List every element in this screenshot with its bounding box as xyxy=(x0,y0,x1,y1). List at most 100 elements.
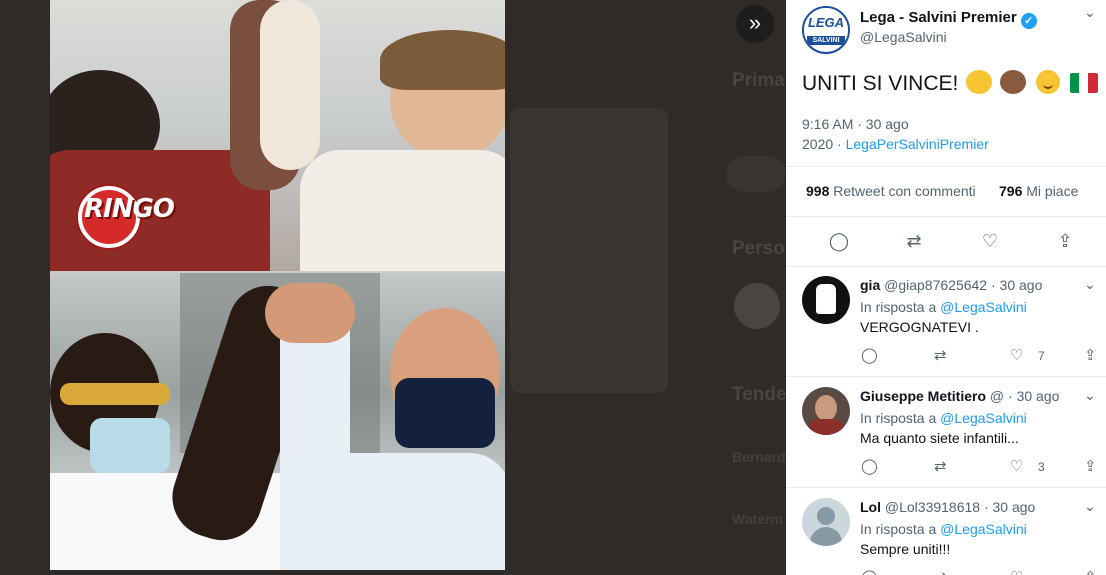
retweets-count[interactable]: 998 xyxy=(806,183,829,199)
bg-button xyxy=(726,156,786,192)
figure-right-hair xyxy=(380,30,505,90)
person-shirt-icon xyxy=(808,419,844,435)
likes-label[interactable]: Mi piace xyxy=(1026,183,1078,199)
face-mask-navy xyxy=(395,378,495,448)
author-handle[interactable]: @LegaSalvini xyxy=(860,29,947,45)
reply-icon[interactable]: ◯ xyxy=(861,457,878,475)
reply-label: In risposta a xyxy=(860,299,937,315)
share-icon[interactable]: ⇪ xyxy=(1084,346,1097,364)
default-avatar-head-icon xyxy=(817,507,835,525)
reply-context: In risposta a @LegaSalvini xyxy=(860,521,1027,537)
reply-mention-link[interactable]: @LegaSalvini xyxy=(940,521,1027,537)
reply-tweet[interactable]: Giuseppe Metitiero @ · 30 ago ⌄ In rispo… xyxy=(786,377,1106,487)
person-face-icon xyxy=(815,395,837,421)
likes-count[interactable]: 796 xyxy=(999,183,1022,199)
bg-trend-2: Waterm xyxy=(732,511,783,527)
reply-text: VERGOGNATEVI . xyxy=(860,319,979,335)
divider xyxy=(786,166,1106,167)
reply-more-icon[interactable]: ⌄ xyxy=(1084,276,1096,293)
bg-media-card xyxy=(510,108,668,393)
reply-header: Lol @Lol33918618 · 30 ago xyxy=(860,499,1035,515)
reply-more-icon[interactable]: ⌄ xyxy=(1084,387,1096,404)
lega-logo-icon: LEGA xyxy=(804,8,848,38)
lega-logo-bar: SALVINI xyxy=(807,36,845,45)
more-options-icon[interactable]: ⌄ xyxy=(1084,4,1096,21)
bg-trend-1: Bernard xyxy=(732,449,786,465)
like-icon[interactable]: ♡ xyxy=(979,230,1001,252)
reply-date: · 30 ago xyxy=(983,499,1036,515)
reply-context: In risposta a @LegaSalvini xyxy=(860,299,1027,315)
figure-right-shirt xyxy=(300,150,505,271)
reply-context: In risposta a @LegaSalvini xyxy=(860,410,1027,426)
reply-avatar[interactable] xyxy=(802,387,850,435)
reply-author-name[interactable]: gia xyxy=(860,277,880,293)
verified-badge-icon: ✓ xyxy=(1020,13,1037,29)
reply-tweet[interactable]: Lol @Lol33918618 · 30 ago ⌄ In risposta … xyxy=(786,488,1106,575)
joined-hands xyxy=(265,283,355,343)
reply-mention-link[interactable]: @LegaSalvini xyxy=(940,299,1027,315)
sunglasses xyxy=(60,383,170,405)
reply-avatar[interactable] xyxy=(802,498,850,546)
like-icon[interactable]: ♡ xyxy=(1010,568,1023,575)
double-chevron-right-icon: » xyxy=(748,10,762,35)
clapping-hands-icon xyxy=(966,70,993,94)
reply-author-handle[interactable]: @ xyxy=(990,388,1004,404)
italy-flag-icon xyxy=(1069,73,1098,93)
reply-tweet[interactable]: gia @giap87625642 · 30 ago ⌄ In risposta… xyxy=(786,266,1106,376)
reply-avatar[interactable] xyxy=(802,276,850,324)
reply-author-name[interactable]: Giuseppe Metitiero xyxy=(860,388,986,404)
reply-icon[interactable]: ◯ xyxy=(861,568,878,575)
author-name[interactable]: Lega - Salvini Premier ✓ xyxy=(860,9,1037,29)
retweet-icon[interactable]: ⇄ xyxy=(934,457,947,475)
media-panel-top: RINGO xyxy=(50,0,505,271)
tweet-year: 2020 · xyxy=(802,136,842,152)
default-avatar-body-icon xyxy=(810,527,842,546)
reply-icon[interactable]: ◯ xyxy=(861,346,878,364)
retweet-icon[interactable]: ⇄ xyxy=(934,568,947,575)
tweet-detail-panel: LEGA SALVINI Lega - Salvini Premier ✓ @Le… xyxy=(786,0,1106,575)
bg-heading-persone: Perso xyxy=(732,238,785,259)
tweet-text-content: UNITI SI VINCE! xyxy=(802,72,959,95)
retweet-icon[interactable]: ⇄ xyxy=(903,230,925,252)
reply-text: Ma quanto siete infantili... xyxy=(860,430,1019,446)
ringo-logo-text: RINGO xyxy=(84,194,175,224)
author-avatar[interactable]: LEGA SALVINI xyxy=(802,6,850,54)
like-count: 7 xyxy=(1038,349,1045,363)
reply-more-icon[interactable]: ⌄ xyxy=(1084,498,1096,515)
bg-heading-tendenze: Tende xyxy=(732,384,786,405)
like-icon[interactable]: ♡ xyxy=(1010,346,1023,364)
like-count: 3 xyxy=(1038,460,1045,474)
divider xyxy=(786,216,1106,217)
like-icon[interactable]: ♡ xyxy=(1010,457,1023,475)
reply-label: In risposta a xyxy=(860,410,937,426)
share-icon[interactable]: ⇪ xyxy=(1054,230,1076,252)
reply-mention-link[interactable]: @LegaSalvini xyxy=(940,410,1027,426)
reply-author-handle[interactable]: @giap87625642 xyxy=(884,277,987,293)
reply-author-handle[interactable]: @Lol33918618 xyxy=(885,499,980,515)
retweets-label[interactable]: Retweet con commenti xyxy=(833,183,975,199)
reply-text: Sempre uniti!!! xyxy=(860,541,951,557)
collapse-panel-button[interactable]: » xyxy=(736,5,774,43)
bg-heading-prima: Prima xyxy=(732,70,785,91)
share-icon[interactable]: ⇪ xyxy=(1084,457,1097,475)
author-name-text: Lega - Salvini Premier xyxy=(860,9,1017,26)
reply-icon[interactable]: ◯ xyxy=(828,230,850,252)
tweet-stats: 998 Retweet con commenti 796 Mi piace xyxy=(806,183,1078,199)
reply-header: Giuseppe Metitiero @ · 30 ago xyxy=(860,388,1059,404)
tweet-time: 9:16 AM · 30 ago xyxy=(802,116,909,132)
slight-smile-icon xyxy=(1035,70,1060,94)
retweet-icon[interactable]: ⇄ xyxy=(934,346,947,364)
tweet-source-link[interactable]: LegaPerSalviniPremier xyxy=(846,136,989,152)
tweet-media-image[interactable]: RINGO xyxy=(50,0,505,570)
reply-author-name[interactable]: Lol xyxy=(860,499,881,515)
reply-header: gia @giap87625642 · 30 ago xyxy=(860,277,1042,293)
tweet-meta: 9:16 AM · 30 ago 2020 · LegaPerSalviniPr… xyxy=(802,114,989,154)
figure-right-arm xyxy=(260,0,320,170)
raised-fist-icon xyxy=(816,284,836,314)
reply-label: In risposta a xyxy=(860,521,937,537)
share-icon[interactable]: ⇪ xyxy=(1084,568,1097,575)
reply-date: · 30 ago xyxy=(1008,388,1060,404)
tweet-text: UNITI SI VINCE! xyxy=(802,70,1098,96)
face-mask-light xyxy=(90,418,170,473)
bg-avatar xyxy=(734,283,780,329)
